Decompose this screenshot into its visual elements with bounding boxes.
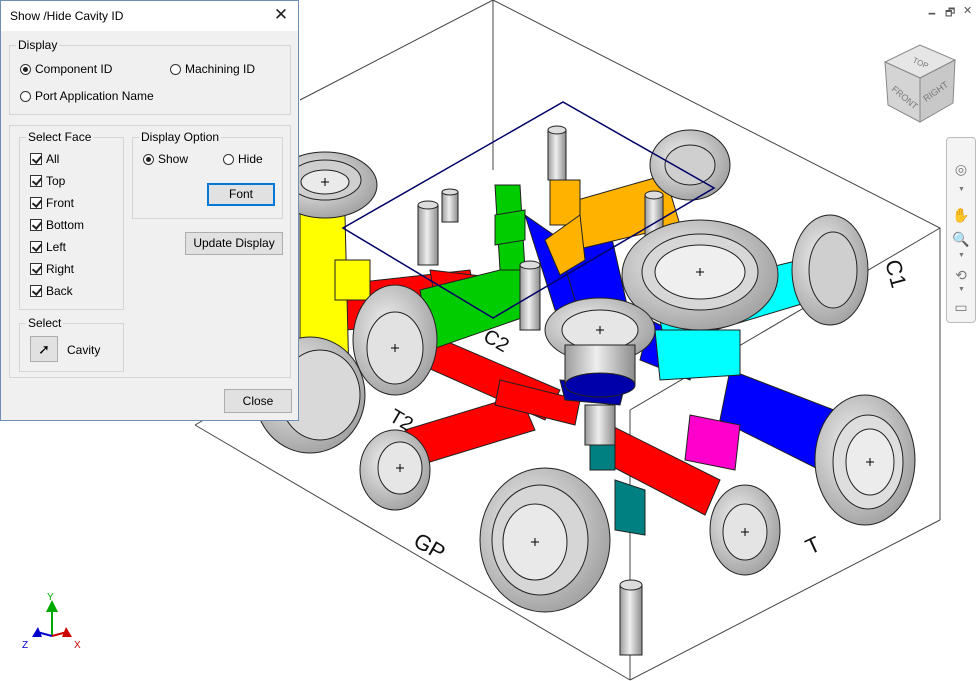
checkbox-label: Left <box>46 240 67 254</box>
checkbox-right[interactable]: Right <box>30 262 74 276</box>
checkbox-top[interactable]: Top <box>30 174 65 188</box>
checkbox-label: Front <box>46 196 75 210</box>
label-t: T <box>802 531 825 559</box>
steering-wheel-icon[interactable]: ◎ <box>952 160 970 178</box>
look-at-icon[interactable]: ▭ <box>952 298 970 316</box>
checkbox-back[interactable]: Back <box>30 284 73 298</box>
radio-show[interactable]: Show <box>143 152 188 166</box>
display-group-legend: Display <box>16 38 60 52</box>
chevron-down-icon[interactable]: ▼ <box>958 186 965 193</box>
radio-hide[interactable]: Hide <box>223 152 263 166</box>
radio-button[interactable] <box>170 63 181 75</box>
checkbox-label: All <box>46 152 60 166</box>
axis-label-z: Z <box>22 640 28 651</box>
checkbox-box[interactable] <box>30 153 42 165</box>
display-group: Display Component ID Machining ID Port A… <box>9 38 291 115</box>
checkbox-label: Bottom <box>46 218 85 232</box>
orbit-icon[interactable]: ⟲ <box>952 266 970 284</box>
dialog-title: Show /Hide Cavity ID <box>10 9 124 23</box>
select-group-legend: Select <box>26 316 64 330</box>
radio-label: Hide <box>238 152 263 166</box>
viewport-minimize-button[interactable]: 🗕 <box>928 4 936 23</box>
radio-label: Component ID <box>35 62 113 76</box>
checkbox-box[interactable] <box>30 241 42 253</box>
viewport-close-button[interactable]: ✕ <box>963 4 972 17</box>
radio-port-application-name[interactable]: Port Application Name <box>20 89 154 103</box>
checkbox-label: Right <box>46 262 75 276</box>
font-button[interactable]: Font <box>207 183 275 206</box>
axis-label-x: X <box>74 640 81 651</box>
channel-magenta <box>684 414 741 471</box>
update-display-button[interactable]: Update Display <box>185 232 283 255</box>
select-face-group: Select Face All Top Front Bottom Left Ri… <box>19 130 124 310</box>
checkbox-all[interactable]: All <box>30 152 59 166</box>
checkbox-bottom[interactable]: Bottom <box>30 218 84 232</box>
chevron-down-icon[interactable]: ▼ <box>958 252 965 259</box>
checkbox-box[interactable] <box>30 285 42 297</box>
checkbox-label: Back <box>46 284 73 298</box>
pan-icon[interactable]: ✋ <box>952 206 970 224</box>
radio-button[interactable] <box>223 153 234 165</box>
radio-label: Machining ID <box>185 62 256 76</box>
label-c1: C1 <box>880 257 911 291</box>
radio-button[interactable] <box>20 90 31 102</box>
select-face-legend: Select Face <box>26 130 94 144</box>
display-option-legend: Display Option <box>139 130 222 144</box>
checkbox-box[interactable] <box>30 197 42 209</box>
navigation-bar: ◎ ▼ ✋ 🔍 ▼ ⟲ ▼ ▭ <box>946 137 976 323</box>
dialog-titlebar[interactable]: Show /Hide Cavity ID ✕ <box>1 1 298 31</box>
axis-triad: Y Z X <box>22 592 81 651</box>
zoom-icon[interactable]: 🔍 <box>952 230 970 248</box>
checkbox-front[interactable]: Front <box>30 196 74 210</box>
viewport-restore-button[interactable]: 🗗 <box>945 4 955 23</box>
close-icon[interactable]: ✕ <box>270 4 292 26</box>
select-group: Select ➚ Cavity <box>19 316 124 372</box>
axis-label-y: Y <box>47 592 54 603</box>
close-button[interactable]: Close <box>224 389 292 413</box>
cavity-label: Cavity <box>67 343 101 357</box>
cavity-pick-button[interactable]: ➚ <box>30 336 58 362</box>
radio-component-id[interactable]: Component ID <box>20 62 112 76</box>
checkbox-box[interactable] <box>30 175 42 187</box>
checkbox-label: Top <box>46 174 66 188</box>
show-hide-cavity-id-dialog: Show /Hide Cavity ID ✕ Display Component… <box>0 0 299 421</box>
radio-button-selected[interactable] <box>143 153 154 165</box>
checkbox-box[interactable] <box>30 263 42 275</box>
checkbox-left[interactable]: Left <box>30 240 66 254</box>
cursor-arrow-icon: ➚ <box>38 341 50 357</box>
label-gp: GP <box>410 528 450 566</box>
checkbox-box[interactable] <box>30 219 42 231</box>
radio-label: Port Application Name <box>35 89 154 103</box>
radio-button-selected[interactable] <box>20 63 31 75</box>
view-cube[interactable]: TOP FRONT RIGHT <box>883 44 957 123</box>
chevron-down-icon[interactable]: ▼ <box>958 286 965 293</box>
radio-machining-id[interactable]: Machining ID <box>170 62 255 76</box>
display-option-group: Display Option Show Hide Font <box>132 130 283 219</box>
radio-label: Show <box>158 152 189 166</box>
